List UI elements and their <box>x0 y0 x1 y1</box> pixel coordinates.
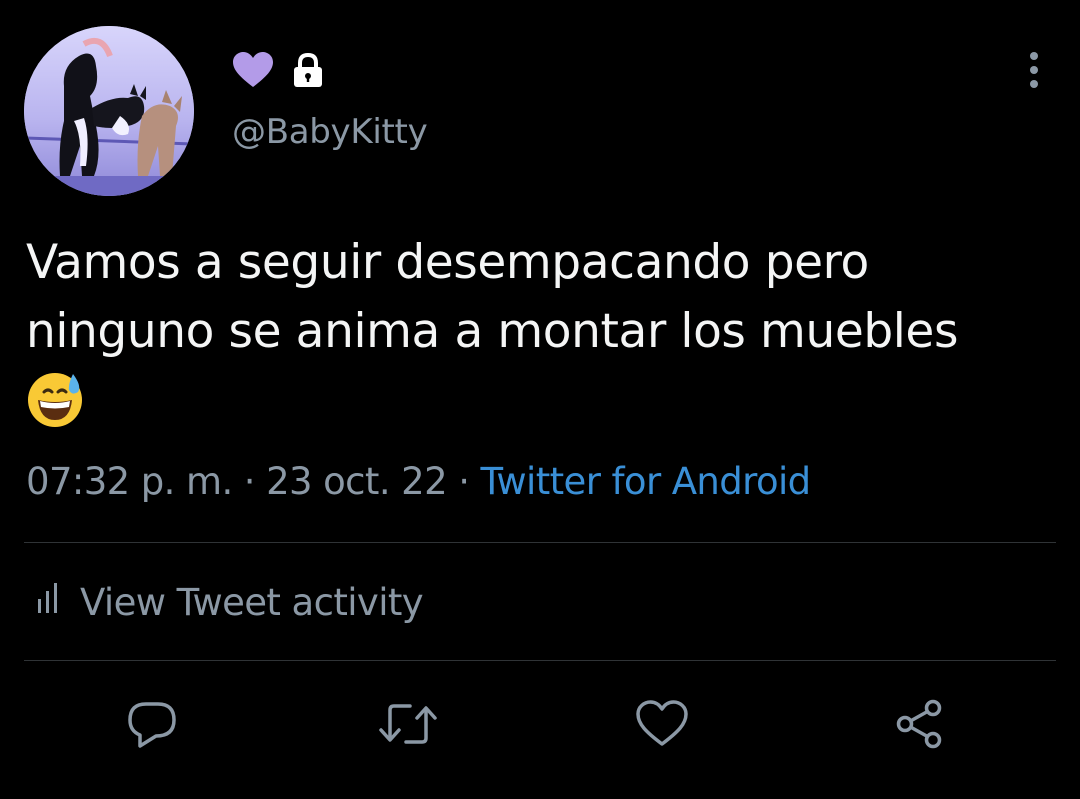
meta-separator: · <box>232 460 267 503</box>
bar-chart-icon <box>36 581 64 624</box>
tweet-meta: 07:32 p. m. · 23 oct. 22 · Twitter for A… <box>26 460 811 503</box>
view-tweet-activity-button[interactable]: View Tweet activity <box>36 576 424 628</box>
reply-icon[interactable] <box>122 694 182 754</box>
tweet-time: 07:32 p. m. <box>26 460 233 503</box>
avatar[interactable] <box>24 26 194 196</box>
activity-label: View Tweet activity <box>80 580 424 624</box>
share-icon[interactable] <box>890 694 950 754</box>
user-handle[interactable]: @BabyKitty <box>232 112 428 152</box>
tweet-source-link[interactable]: Twitter for Android <box>481 460 812 503</box>
grinning-face-with-sweat-icon <box>26 370 84 447</box>
like-icon[interactable] <box>632 694 692 754</box>
meta-separator: · <box>447 460 481 503</box>
display-name[interactable] <box>232 52 326 92</box>
divider <box>24 542 1056 543</box>
retweet-icon[interactable] <box>378 694 438 754</box>
more-options-icon[interactable] <box>1016 50 1052 90</box>
tweet-date: 23 oct. 22 <box>266 460 448 503</box>
lock-icon <box>290 52 326 92</box>
avatar-image <box>24 26 194 196</box>
purple-heart-icon <box>232 51 274 93</box>
tweet-text: Vamos a seguir desempacando pero ninguno… <box>26 228 1066 447</box>
divider <box>24 660 1056 661</box>
tweet-body: Vamos a seguir desempacando pero ninguno… <box>26 235 959 359</box>
